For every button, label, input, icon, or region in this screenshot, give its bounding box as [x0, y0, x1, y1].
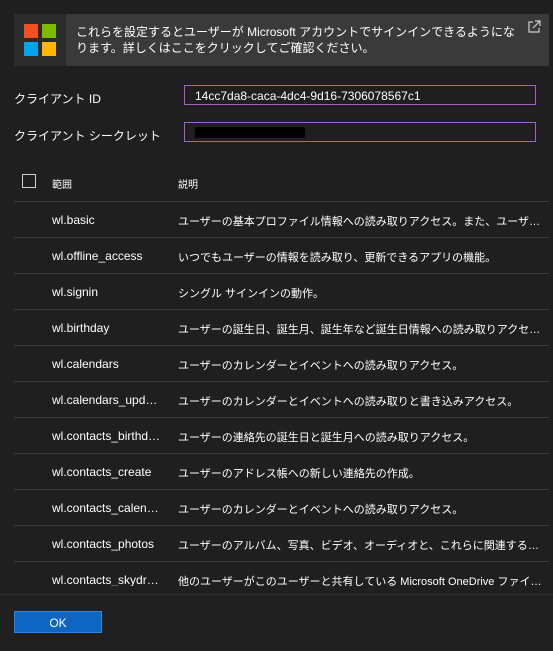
scope-description: ユーザーの誕生日、誕生月、誕生年など誕生日情報への読み取りアクセス。 — [178, 324, 544, 336]
microsoft-logo — [14, 14, 66, 66]
auth-settings-dialog: これらを設定するとユーザーが Microsoft アカウントでサインインできるよ… — [0, 0, 553, 651]
scope-name: wl.calendars_upd… — [52, 393, 158, 407]
scope-description: シングル サインインの動作。 — [178, 288, 325, 300]
client-secret-label: クライアント シークレット — [14, 129, 161, 143]
scope-name: wl.contacts_skydr… — [52, 573, 159, 586]
table-row[interactable]: wl.basic ユーザーの基本プロファイル情報への読み取りアクセス。また、ユー… — [14, 201, 549, 237]
scope-description: ユーザーの連絡先の誕生日と誕生月への読み取りアクセス。 — [178, 432, 475, 444]
select-all-checkbox[interactable] — [22, 174, 36, 188]
column-header-description[interactable]: 説明 — [178, 176, 198, 191]
logo-square-green — [42, 24, 56, 38]
scope-name: wl.calendars — [52, 357, 119, 371]
scope-name: wl.contacts_create — [52, 465, 152, 479]
scope-name: wl.contacts_birthd… — [52, 429, 161, 443]
table-row[interactable]: wl.calendars ユーザーのカレンダーとイベントへの読み取りアクセス。 — [14, 345, 549, 381]
scope-name: wl.contacts_photos — [52, 537, 155, 551]
scope-description: 他のユーザーがこのユーザーと共有している Microsoft OneDrive … — [178, 576, 544, 586]
client-id-label: クライアント ID — [14, 92, 101, 106]
scope-description: ユーザーのカレンダーとイベントへの読み取りと書き込みアクセス。 — [178, 396, 519, 408]
table-row[interactable]: wl.signin シングル サインインの動作。 — [14, 273, 549, 309]
scope-description: ユーザーのカレンダーとイベントへの読み取りアクセス。 — [178, 504, 464, 516]
table-row[interactable]: wl.offline_access いつでもユーザーの情報を読み取り、更新できる… — [14, 237, 549, 273]
scope-name: wl.offline_access — [52, 249, 143, 263]
scopes-table-header: 範囲 説明 — [14, 170, 549, 194]
external-link-icon[interactable] — [527, 20, 541, 34]
table-row[interactable]: wl.contacts_skydr… 他のユーザーがこのユーザーと共有している … — [14, 561, 549, 586]
client-secret-field[interactable] — [184, 122, 536, 142]
scope-name: wl.birthday — [52, 321, 110, 335]
scope-description: ユーザーのアルバム、写真、ビデオ、オーディオと、これらに関連するコメントとタグ… — [178, 540, 544, 552]
table-row[interactable]: wl.contacts_calen… ユーザーのカレンダーとイベントへの読み取り… — [14, 489, 549, 525]
scopes-table-body[interactable]: wl.basic ユーザーの基本プロファイル情報への読み取りアクセス。また、ユー… — [14, 201, 549, 586]
scope-name: wl.basic — [52, 213, 95, 227]
table-row[interactable]: wl.calendars_upd… ユーザーのカレンダーとイベントへの読み取りと… — [14, 381, 549, 417]
table-row[interactable]: wl.contacts_birthd… ユーザーの連絡先の誕生日と誕生月への読み… — [14, 417, 549, 453]
logo-square-blue — [24, 42, 38, 56]
scope-name: wl.contacts_calen… — [52, 501, 159, 515]
scope-name: wl.signin — [52, 285, 99, 299]
logo-square-red — [24, 24, 38, 38]
client-id-field[interactable]: 14cc7da8-caca-4dc4-9d16-7306078567c1 — [184, 85, 536, 105]
info-banner: これらを設定するとユーザーが Microsoft アカウントでサインインできるよ… — [14, 14, 549, 66]
table-row[interactable]: wl.contacts_photos ユーザーのアルバム、写真、ビデオ、オーディ… — [14, 525, 549, 561]
dialog-footer: OK — [0, 594, 553, 651]
ok-button[interactable]: OK — [14, 611, 102, 633]
table-row[interactable]: wl.birthday ユーザーの誕生日、誕生月、誕生年など誕生日情報への読み取… — [14, 309, 549, 345]
scope-description: いつでもユーザーの情報を読み取り、更新できるアプリの機能。 — [178, 252, 497, 264]
table-row[interactable]: wl.contacts_create ユーザーのアドレス帳への新しい連絡先の作成… — [14, 453, 549, 489]
scope-description: ユーザーの基本プロファイル情報への読み取りアクセス。また、ユーザーの連絡… — [178, 216, 544, 228]
column-header-scope[interactable]: 範囲 — [52, 176, 72, 191]
banner-message[interactable]: これらを設定するとユーザーが Microsoft アカウントでサインインできるよ… — [76, 24, 526, 56]
scope-description: ユーザーのカレンダーとイベントへの読み取りアクセス。 — [178, 360, 464, 372]
logo-square-yellow — [42, 42, 56, 56]
redacted-secret — [195, 127, 305, 138]
scope-description: ユーザーのアドレス帳への新しい連絡先の作成。 — [178, 468, 420, 480]
